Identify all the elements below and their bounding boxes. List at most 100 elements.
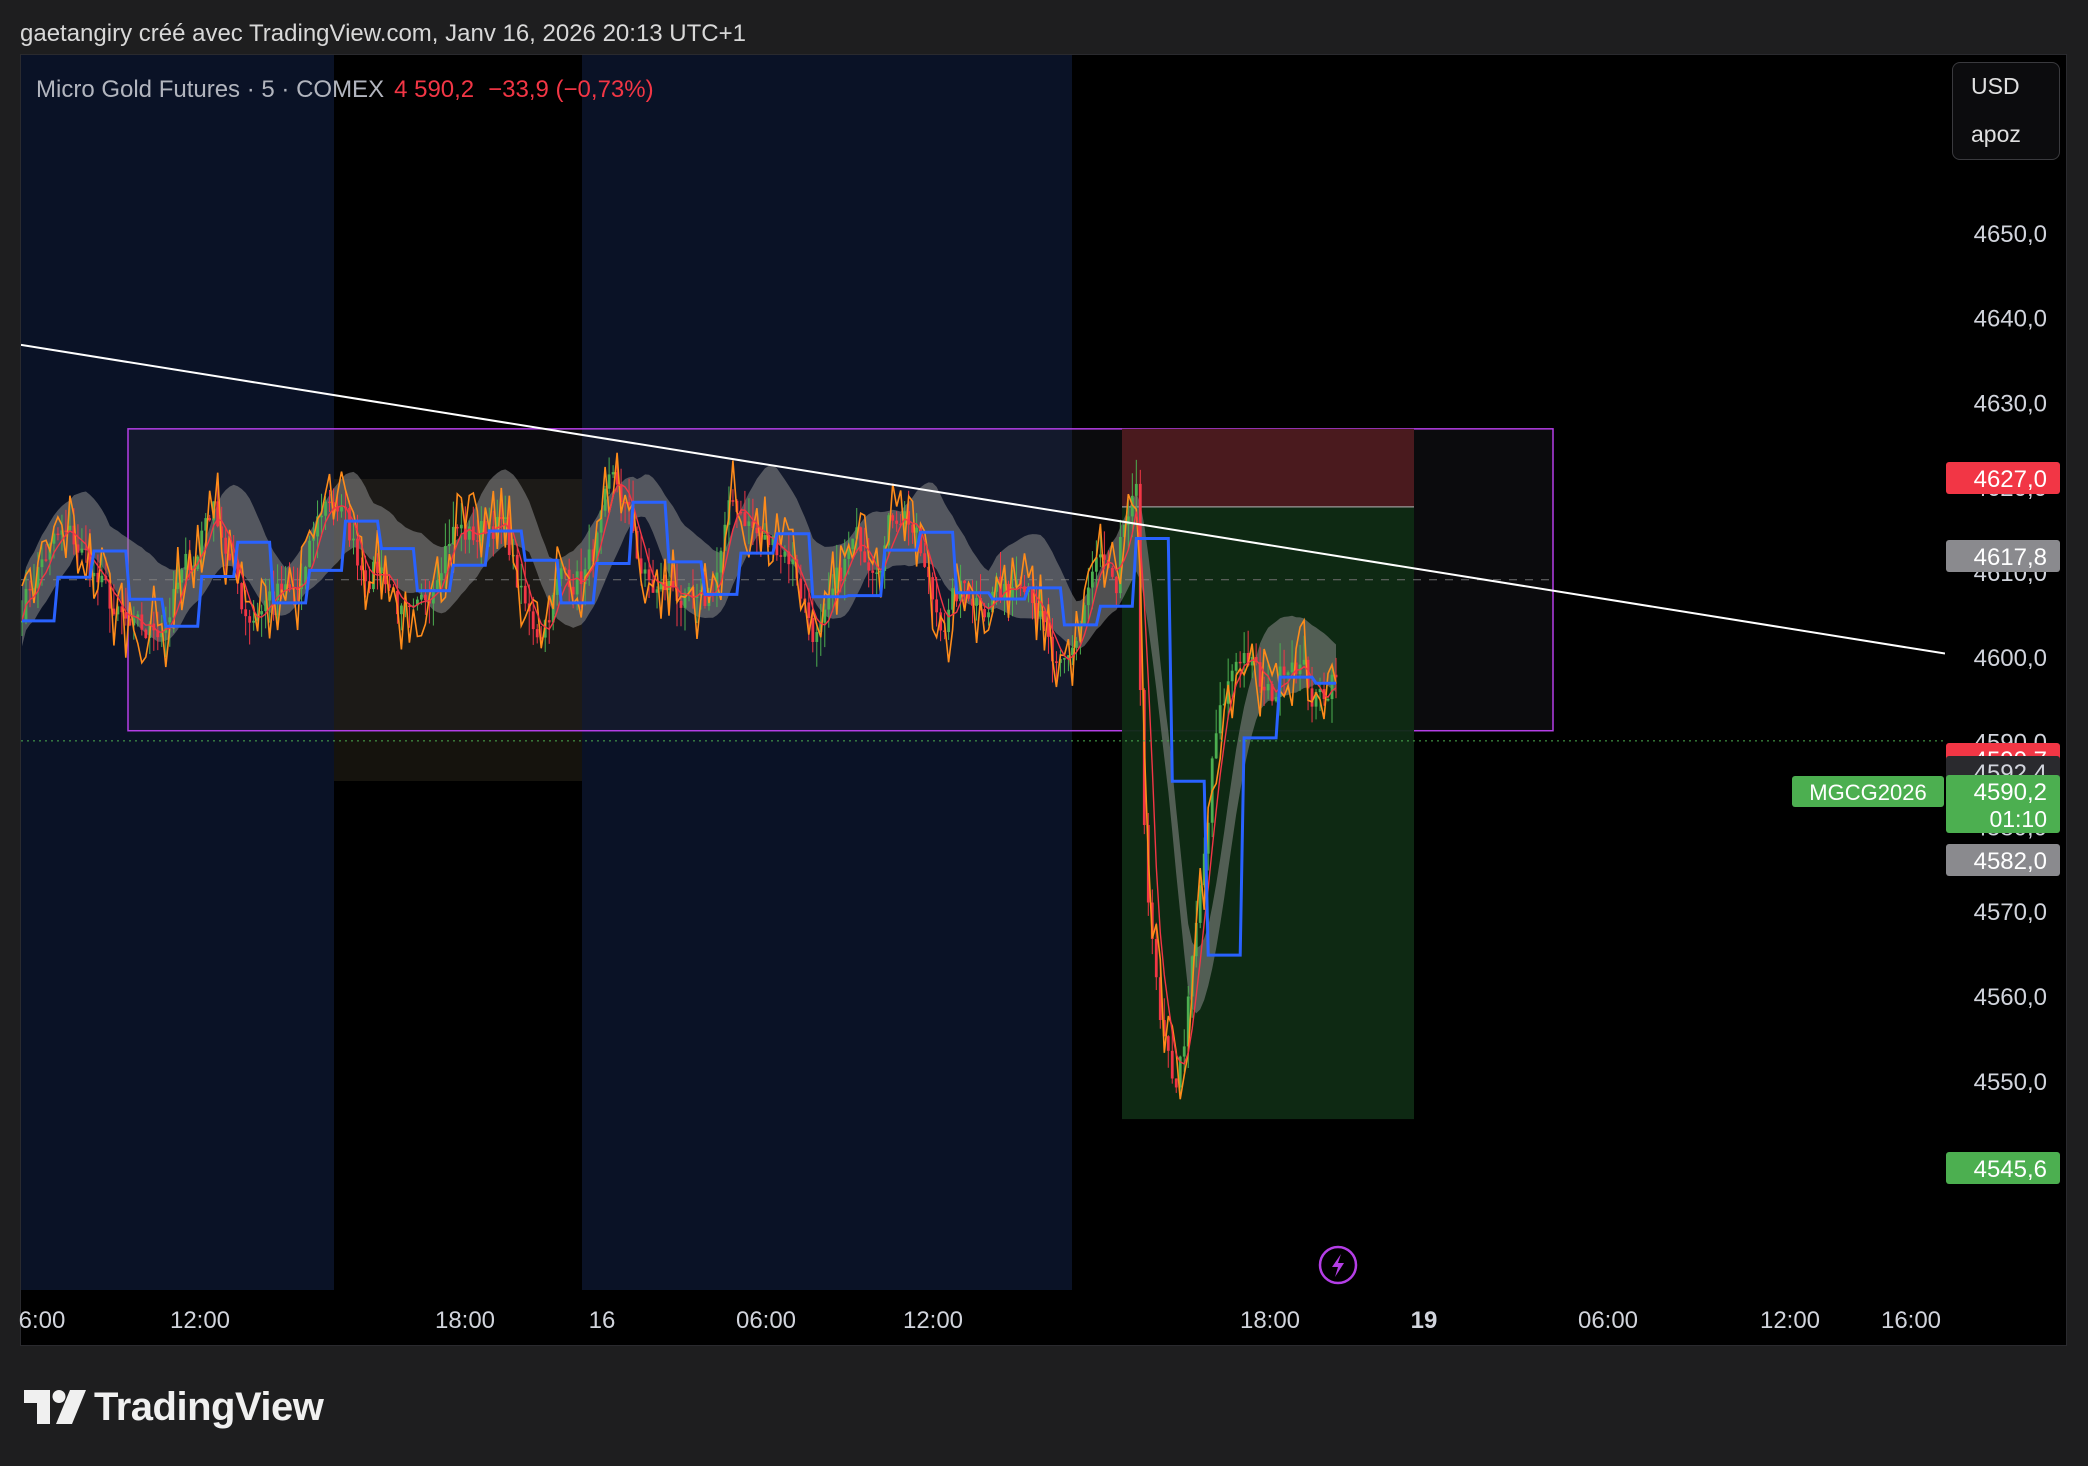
candle-body bbox=[1262, 686, 1266, 691]
candle-body bbox=[791, 559, 795, 565]
price-label: 4627,0 bbox=[1974, 466, 2047, 493]
candle-body bbox=[376, 561, 379, 574]
candle-body bbox=[895, 520, 899, 524]
currency-unit-button[interactable]: USD apoz bbox=[1952, 62, 2060, 160]
candle-body bbox=[447, 543, 451, 547]
candle-body bbox=[475, 540, 479, 542]
candle-body bbox=[1166, 1036, 1170, 1051]
candle-body bbox=[1098, 554, 1102, 558]
candle-body bbox=[1114, 576, 1118, 594]
candle-body bbox=[1266, 684, 1270, 691]
candle-body bbox=[435, 580, 439, 590]
x-tick-label: 16 bbox=[589, 1307, 616, 1334]
symbol-tag: MGCG2026 bbox=[1809, 780, 1926, 805]
x-tick-label: 19 bbox=[1411, 1307, 1438, 1334]
x-tick-label: 06:00 bbox=[1578, 1307, 1638, 1334]
candle-body bbox=[208, 518, 212, 521]
position-stop-zone bbox=[1122, 428, 1414, 507]
candle-body bbox=[975, 598, 978, 606]
candle-body bbox=[1302, 659, 1306, 665]
candle-body bbox=[471, 526, 475, 541]
candle-body bbox=[308, 540, 311, 567]
candle-body bbox=[44, 559, 48, 561]
candle-body bbox=[547, 620, 551, 623]
candle-body bbox=[68, 525, 72, 531]
candle-body bbox=[891, 515, 895, 521]
symbol-name: Micro Gold Futures · 5 · COMEX bbox=[36, 76, 385, 103]
candle-body bbox=[56, 533, 60, 536]
x-tick-label: 12:00 bbox=[1760, 1307, 1820, 1334]
candle-body bbox=[935, 599, 939, 613]
y-tick-label: 4650,0 bbox=[1974, 221, 2047, 248]
tradingview-logo-icon bbox=[24, 1390, 86, 1424]
candle-body bbox=[811, 618, 815, 642]
candle-body bbox=[499, 517, 503, 520]
x-tick-label: 18:00 bbox=[435, 1307, 495, 1334]
candle-body bbox=[1214, 733, 1218, 759]
price-label: 4545,6 bbox=[1974, 1156, 2047, 1183]
candle-body bbox=[923, 553, 927, 567]
candle-body bbox=[931, 577, 935, 600]
candle-body bbox=[443, 546, 447, 574]
candle-body bbox=[679, 600, 683, 608]
candle-body bbox=[875, 572, 879, 574]
tradingview-logo[interactable]: TradingView bbox=[24, 1380, 324, 1434]
y-tick-label: 4640,0 bbox=[1974, 306, 2047, 333]
y-tick-label: 4600,0 bbox=[1974, 645, 2047, 672]
candle-body bbox=[439, 573, 443, 581]
y-tick-label: 4550,0 bbox=[1974, 1069, 2047, 1096]
candle-body bbox=[1242, 653, 1246, 664]
candle-body bbox=[747, 521, 751, 526]
y-tick-label: 4630,0 bbox=[1974, 390, 2047, 417]
candle-body bbox=[423, 594, 427, 601]
candle-body bbox=[1218, 705, 1222, 734]
x-tick-label: 6:00 bbox=[19, 1307, 66, 1334]
candle-body bbox=[1170, 1050, 1174, 1079]
price-change: −33,9 (−0,73%) bbox=[488, 76, 654, 103]
candle-body bbox=[871, 570, 875, 573]
candle-body bbox=[863, 551, 867, 563]
symbol-legend[interactable]: Micro Gold Futures · 5 · COMEX 4 590,2 −33… bbox=[36, 76, 654, 104]
candle-body bbox=[743, 512, 747, 526]
price-label: 4582,0 bbox=[1974, 848, 2047, 875]
x-tick-label: 12:00 bbox=[170, 1307, 230, 1334]
candle-body bbox=[1174, 1078, 1178, 1088]
candle-body bbox=[963, 580, 966, 584]
candle-body bbox=[643, 569, 647, 574]
candle-body bbox=[320, 515, 323, 518]
candle-body bbox=[144, 629, 148, 638]
candle-body bbox=[587, 549, 591, 570]
candle-body bbox=[947, 609, 950, 633]
candle-body bbox=[228, 553, 232, 561]
candle-body bbox=[224, 537, 228, 554]
candle-body bbox=[815, 632, 819, 642]
candle-body bbox=[1230, 670, 1234, 682]
candle-body bbox=[1090, 571, 1094, 588]
candle-body bbox=[1286, 672, 1290, 675]
candle-body bbox=[531, 611, 535, 630]
candle-body bbox=[180, 569, 184, 583]
candle-body bbox=[851, 538, 855, 550]
chart-svg[interactable]: 4540,04550,04560,04570,04580,04590,04600… bbox=[0, 0, 2088, 1466]
x-tick-label: 16:00 bbox=[1881, 1307, 1941, 1334]
candle-body bbox=[80, 548, 84, 553]
last-price: 4 590,2 bbox=[394, 76, 475, 103]
candle-body bbox=[731, 500, 735, 502]
candle-body bbox=[1134, 483, 1138, 496]
candle-body bbox=[1182, 1046, 1186, 1057]
candle-body bbox=[248, 616, 252, 623]
candle-body bbox=[100, 575, 104, 583]
candle-body bbox=[459, 524, 463, 529]
candle-body bbox=[324, 501, 327, 516]
candle-body bbox=[268, 591, 272, 601]
candle-body bbox=[340, 506, 343, 512]
candle-body bbox=[244, 609, 248, 617]
candle-body bbox=[1330, 674, 1334, 700]
candle-body bbox=[1063, 658, 1066, 660]
candle-body bbox=[400, 605, 403, 615]
candle-body bbox=[352, 538, 355, 541]
tradingview-wordmark: TradingView bbox=[94, 1384, 324, 1429]
candle-body bbox=[535, 629, 539, 638]
candle-body bbox=[575, 571, 579, 595]
candle-body bbox=[523, 585, 527, 604]
